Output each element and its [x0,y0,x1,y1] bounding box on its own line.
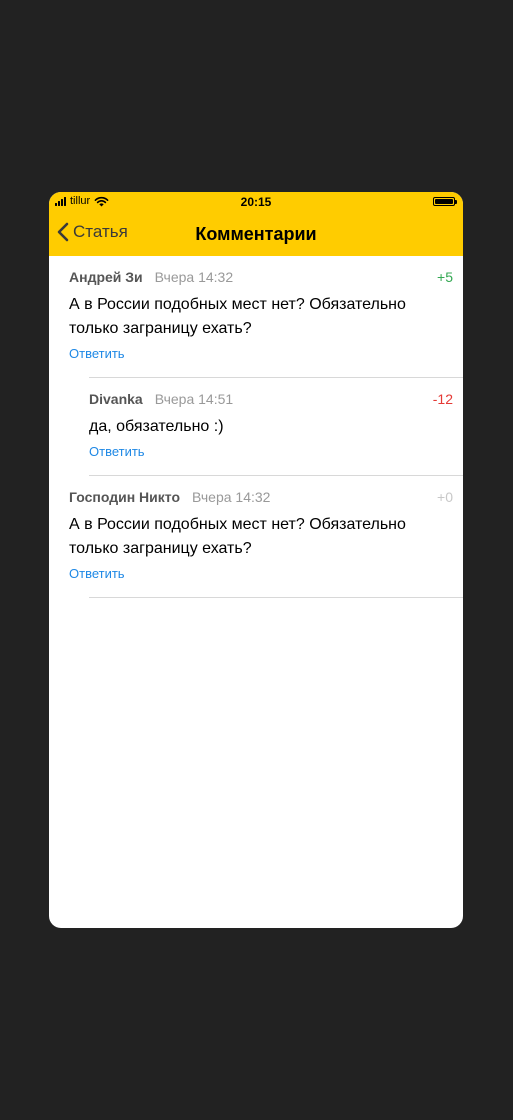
comment-list: Андрей Зи Вчера 14:32 +5 А в России подо… [49,256,463,598]
navigation-bar: Статья Комментарии [49,216,463,252]
status-time: 20:15 [240,195,272,209]
reply-button[interactable]: Ответить [89,444,145,459]
comment-item: Андрей Зи Вчера 14:32 +5 А в России подо… [49,256,463,378]
comment-text: А в России подобных мест нет? Обязательн… [69,296,406,337]
comment-author[interactable]: Господин Никто [69,489,180,505]
comment-author[interactable]: Divanka [89,391,143,407]
battery-icon [433,197,457,206]
status-bar: tillur 20:15 [49,192,463,212]
comment-item: Господин Никто Вчера 14:32 +0 А в России… [49,476,463,598]
comment-date: Вчера 14:32 [192,489,271,505]
comment-score: +0 [437,489,453,505]
comment-author[interactable]: Андрей Зи [69,269,143,285]
comment-item-reply: Divanka Вчера 14:51 -12 да, обязательно … [49,378,463,476]
comment-text: да, обязательно :) [89,418,224,435]
reply-button[interactable]: Ответить [69,566,125,581]
top-bar: tillur 20:15 Статья Комментарии [49,192,463,256]
comment-score: -12 [432,391,453,407]
page-title: Комментарии [195,224,317,244]
reply-button[interactable]: Ответить [69,346,125,361]
comment-date: Вчера 14:51 [154,391,234,407]
comment-text: А в России подобных мест нет? Обязательн… [69,516,406,557]
comment-divider [89,597,463,598]
comment-score: +5 [437,269,453,285]
phone-screen: tillur 20:15 Статья Комментарии Андрей З… [49,192,463,928]
comment-date: Вчера 14:32 [154,269,234,285]
